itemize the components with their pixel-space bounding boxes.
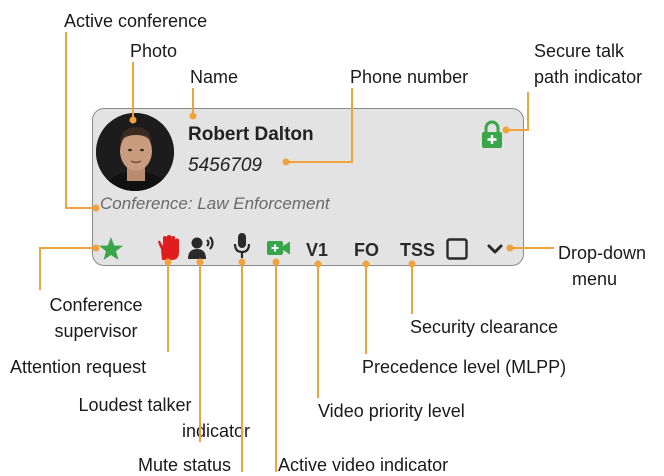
- leader-supervisor: [39, 247, 96, 290]
- leader-active-conference: [65, 32, 96, 209]
- leader-phone-number: [286, 88, 353, 163]
- leader-secure: [506, 92, 529, 131]
- leader-lines: [39, 32, 554, 472]
